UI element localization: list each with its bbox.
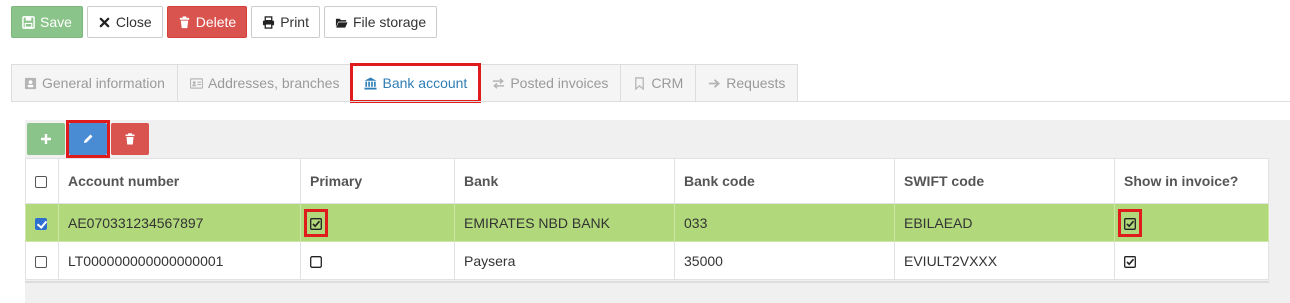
checked-square-icon	[1124, 217, 1136, 230]
table-row[interactable]: LT000000000000000001 Paysera 35000 EVIUL…	[25, 241, 1269, 280]
close-label: Close	[115, 14, 152, 30]
exchange-icon	[493, 77, 505, 89]
bank-icon	[364, 76, 378, 90]
address-card-icon	[189, 77, 203, 89]
save-icon	[22, 15, 35, 29]
col-bank-code[interactable]: Bank code	[674, 158, 895, 204]
tab-label: Requests	[726, 75, 786, 91]
save-button[interactable]: Save	[11, 6, 83, 38]
delete-label: Delete	[195, 14, 237, 30]
show-in-invoice-highlight	[1118, 208, 1142, 237]
id-card-icon	[24, 77, 37, 89]
bank-cell: Paysera	[454, 241, 675, 280]
empty-square-icon	[310, 255, 322, 268]
primary-cell	[300, 203, 455, 242]
tab-addresses-branches[interactable]: Addresses, branches	[177, 64, 353, 102]
pencil-icon	[84, 134, 93, 143]
bank-code-cell: 35000	[674, 241, 895, 280]
edit-row-button[interactable]	[66, 120, 110, 158]
checked-square-icon	[310, 217, 322, 230]
tab-divider	[11, 101, 1290, 102]
col-swift-code[interactable]: SWIFT code	[894, 158, 1115, 204]
add-row-button[interactable]	[27, 123, 65, 155]
row-select-checkbox[interactable]	[35, 217, 47, 230]
print-icon	[263, 15, 275, 29]
tab-label: Posted invoices	[510, 75, 609, 91]
account-number-cell: LT000000000000000001	[58, 241, 301, 280]
show-in-invoice-cell	[1114, 241, 1269, 280]
print-label: Print	[280, 14, 309, 30]
print-button[interactable]: Print	[251, 6, 320, 38]
row-select-cell	[25, 203, 59, 242]
bank-code-cell: 033	[674, 203, 895, 242]
account-number-cell: AE070331234567897	[58, 203, 301, 242]
row-select-checkbox[interactable]	[35, 255, 47, 268]
tab-label: CRM	[651, 75, 684, 91]
folder-open-icon	[335, 18, 348, 28]
delete-row-button[interactable]	[111, 123, 149, 155]
select-all-checkbox[interactable]	[35, 176, 47, 189]
save-label: Save	[40, 14, 72, 30]
tab-general-information[interactable]: General information	[11, 64, 178, 102]
file-storage-button[interactable]: File storage	[323, 6, 438, 38]
bank-cell: EMIRATES NBD BANK	[454, 203, 675, 242]
top-toolbar: Save Close Delete Print File storage	[11, 6, 438, 40]
bank-accounts-table: Account number Primary Bank Bank code SW…	[25, 158, 1269, 280]
table-bottom-border	[25, 281, 1269, 283]
tab-label: Addresses, branches	[207, 75, 340, 91]
close-icon	[99, 17, 110, 27]
primary-cell	[300, 241, 455, 280]
row-select-cell	[25, 241, 59, 280]
select-all-cell	[25, 158, 59, 204]
show-in-invoice-cell	[1114, 203, 1269, 242]
tab-label: General information	[42, 75, 165, 91]
arrow-right-icon	[709, 78, 721, 88]
tab-requests[interactable]: Requests	[696, 64, 799, 102]
file-storage-label: File storage	[352, 14, 427, 30]
col-show-in-invoice[interactable]: Show in invoice?	[1114, 158, 1269, 204]
primary-highlight	[304, 208, 328, 237]
delete-button[interactable]: Delete	[166, 6, 248, 38]
tab-bar: General information Addresses, branches …	[11, 63, 799, 103]
col-account-number[interactable]: Account number	[58, 158, 301, 204]
bank-account-panel: Account number Primary Bank Bank code SW…	[25, 120, 1290, 303]
checked-square-icon	[1124, 255, 1136, 268]
table-row[interactable]: AE070331234567897 EMIRATES NBD BANK 033 …	[25, 203, 1269, 242]
col-bank[interactable]: Bank	[454, 158, 675, 204]
tab-posted-invoices[interactable]: Posted invoices	[480, 64, 622, 102]
trash-icon	[125, 133, 135, 145]
col-primary[interactable]: Primary	[300, 158, 455, 204]
swift-code-cell: EVIULT2VXXX	[894, 241, 1115, 280]
tab-label: Bank account	[382, 75, 468, 91]
grid-toolbar	[27, 120, 149, 158]
table-header-row: Account number Primary Bank Bank code SW…	[25, 158, 1269, 204]
bookmark-icon	[635, 76, 645, 90]
swift-code-cell: EBILAEAD	[894, 203, 1115, 242]
plus-icon	[41, 134, 51, 144]
tab-crm[interactable]: CRM	[621, 64, 697, 102]
tab-bank-account[interactable]: Bank account	[350, 63, 482, 103]
close-button[interactable]: Close	[86, 6, 163, 38]
trash-icon	[179, 15, 189, 28]
